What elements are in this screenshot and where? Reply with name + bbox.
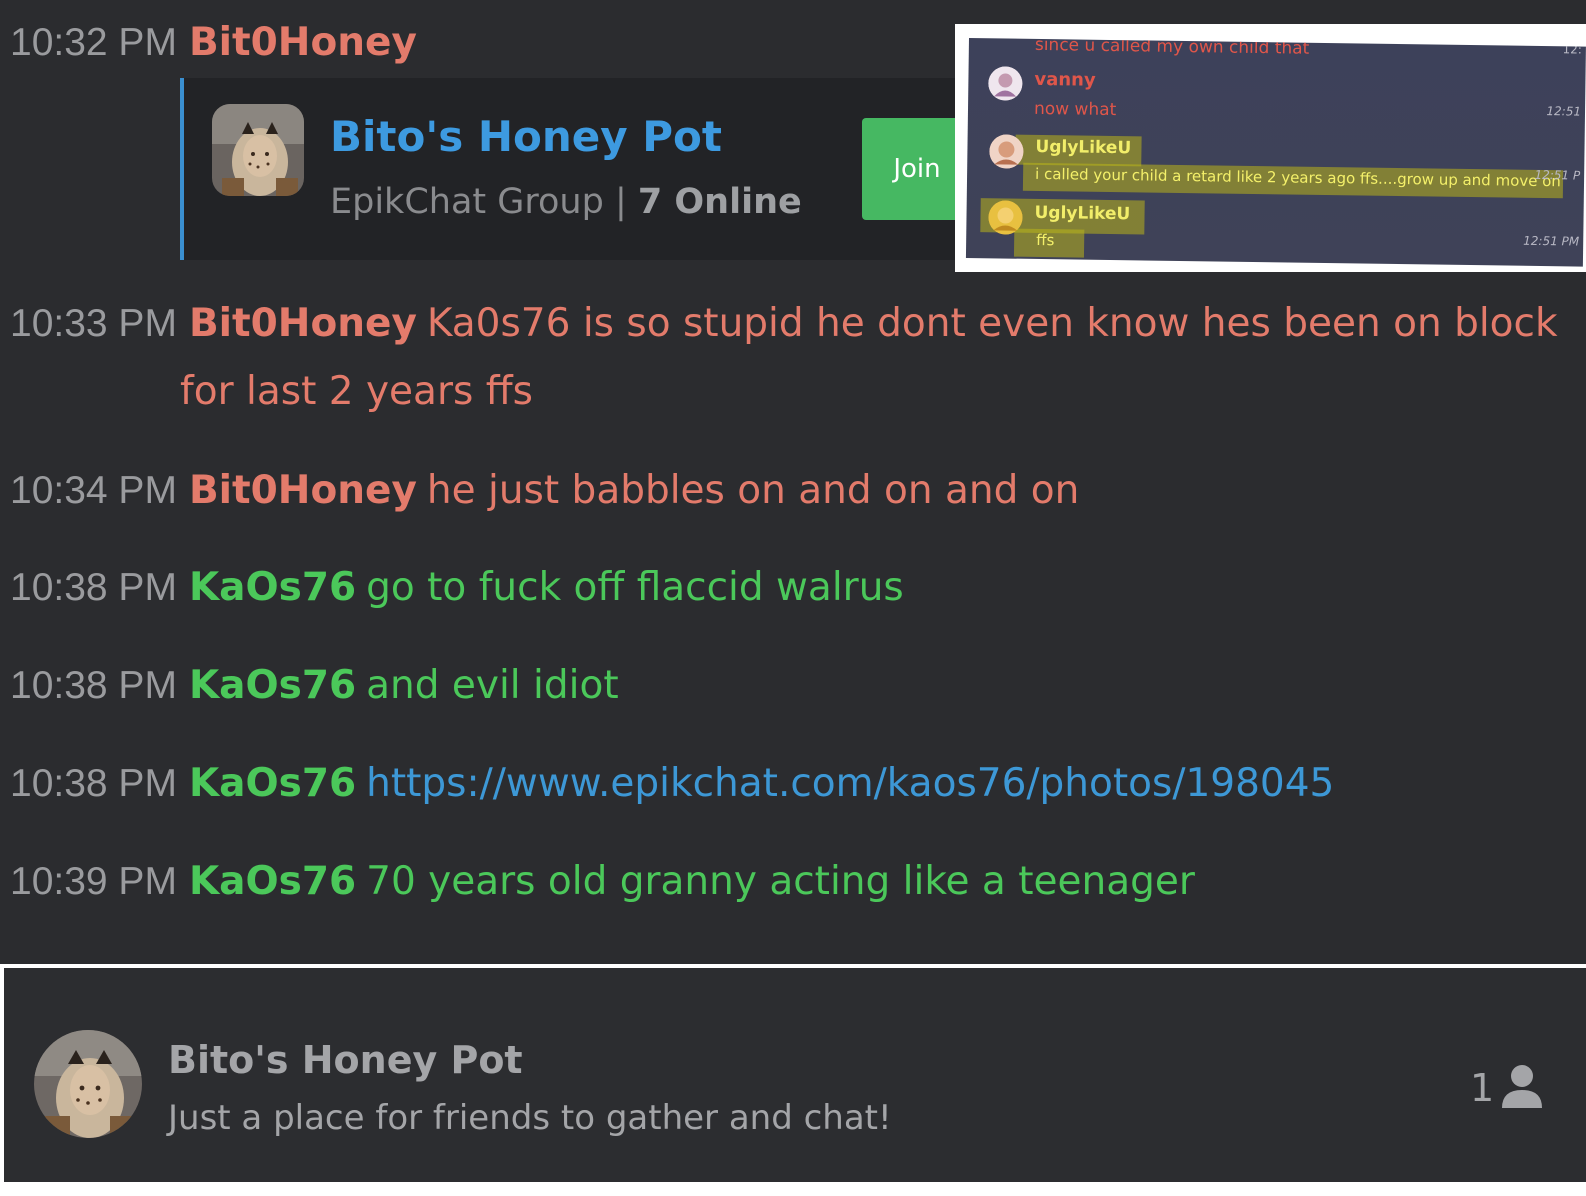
message-time: 10:38 PM	[10, 664, 177, 707]
group-avatar	[34, 1030, 142, 1138]
embedded-corner-time: 12:	[1562, 42, 1582, 57]
message-username[interactable]: KaOs76	[189, 663, 356, 708]
message-text: he just babbles on and on and on	[426, 468, 1080, 513]
message-username[interactable]: Bit0Honey	[189, 468, 417, 513]
embedded-text: ffs	[1036, 230, 1055, 250]
embedded-time: 12:51	[1546, 104, 1582, 119]
embedded-chat-view: since u called my own child that 12: van…	[965, 38, 1586, 267]
embedded-time: 12:51 PM	[1523, 233, 1580, 249]
message-username[interactable]: KaOs76	[189, 859, 356, 904]
embedded-time: 12:51 P	[1534, 167, 1581, 183]
message-time: 10:32 PM	[10, 21, 177, 64]
message-time: 10:33 PM	[10, 302, 177, 345]
message-text: and evil idiot	[366, 663, 619, 708]
avatar-icon	[989, 134, 1024, 169]
group-meta: EpikChat Group | 7 Online	[330, 182, 802, 222]
group-list-item[interactable]: Bito's Honey Pot Just a place for friend…	[4, 968, 1586, 1182]
chat-message: 10:39 PM KaOs76 70 years old granny acting…	[10, 849, 1566, 915]
chat-message: 10:38 PM KaOs76 and evil idiot	[10, 653, 1566, 719]
embedded-top-text: since u called my own child that	[1034, 38, 1310, 59]
avatar-icon	[988, 200, 1023, 235]
message-time: 10:38 PM	[10, 762, 177, 805]
message-username[interactable]: Bit0Honey	[189, 20, 417, 65]
online-count: 7 Online	[637, 182, 802, 222]
message-text: go to fuck off flaccid walrus	[366, 565, 904, 610]
group-name[interactable]: Bito's Honey Pot	[330, 112, 722, 161]
group-description: Just a place for friends to gather and c…	[168, 1098, 892, 1138]
message-username[interactable]: KaOs76	[189, 565, 356, 610]
message-time: 10:34 PM	[10, 469, 177, 512]
embedded-username: vanny	[1034, 68, 1096, 91]
message-link[interactable]: https://www.epikchat.com/kaos76/photos/1…	[366, 761, 1334, 806]
message-time: 10:38 PM	[10, 566, 177, 609]
member-count: 1	[1470, 1066, 1495, 1110]
chat-message: 10:38 PM KaOs76 go to fuck off flaccid wal…	[10, 555, 1566, 621]
embedded-username: UglyLikeU	[1035, 136, 1132, 159]
message-time: 10:39 PM	[10, 860, 177, 903]
embedded-text: now what	[1033, 98, 1117, 121]
message-username[interactable]: KaOs76	[189, 761, 356, 806]
group-avatar	[212, 104, 304, 196]
chat-message: 10:33 PM Bit0Honey Ka0s76 is so stupid he …	[10, 290, 1566, 426]
chat-message: 10:38 PM KaOs76 https://www.epikchat.com/k…	[10, 751, 1566, 817]
avatar-icon	[988, 66, 1023, 101]
meta-separator: |	[614, 182, 627, 222]
chat-log: 10:32 PM Bit0Honey Bito's Honey Pot EpikC…	[0, 0, 1586, 964]
embedded-screenshot: since u called my own child that 12: van…	[955, 24, 1586, 272]
chat-message: 10:34 PM Bit0Honey he just babbles on and …	[10, 458, 1566, 524]
group-type: EpikChat Group	[330, 182, 604, 222]
person-icon	[1502, 1064, 1542, 1108]
embedded-username: UglyLikeU	[1034, 202, 1131, 225]
message-username[interactable]: Bit0Honey	[189, 301, 417, 346]
message-text: 70 years old granny acting like a teenag…	[366, 859, 1195, 904]
group-name[interactable]: Bito's Honey Pot	[168, 1038, 523, 1082]
